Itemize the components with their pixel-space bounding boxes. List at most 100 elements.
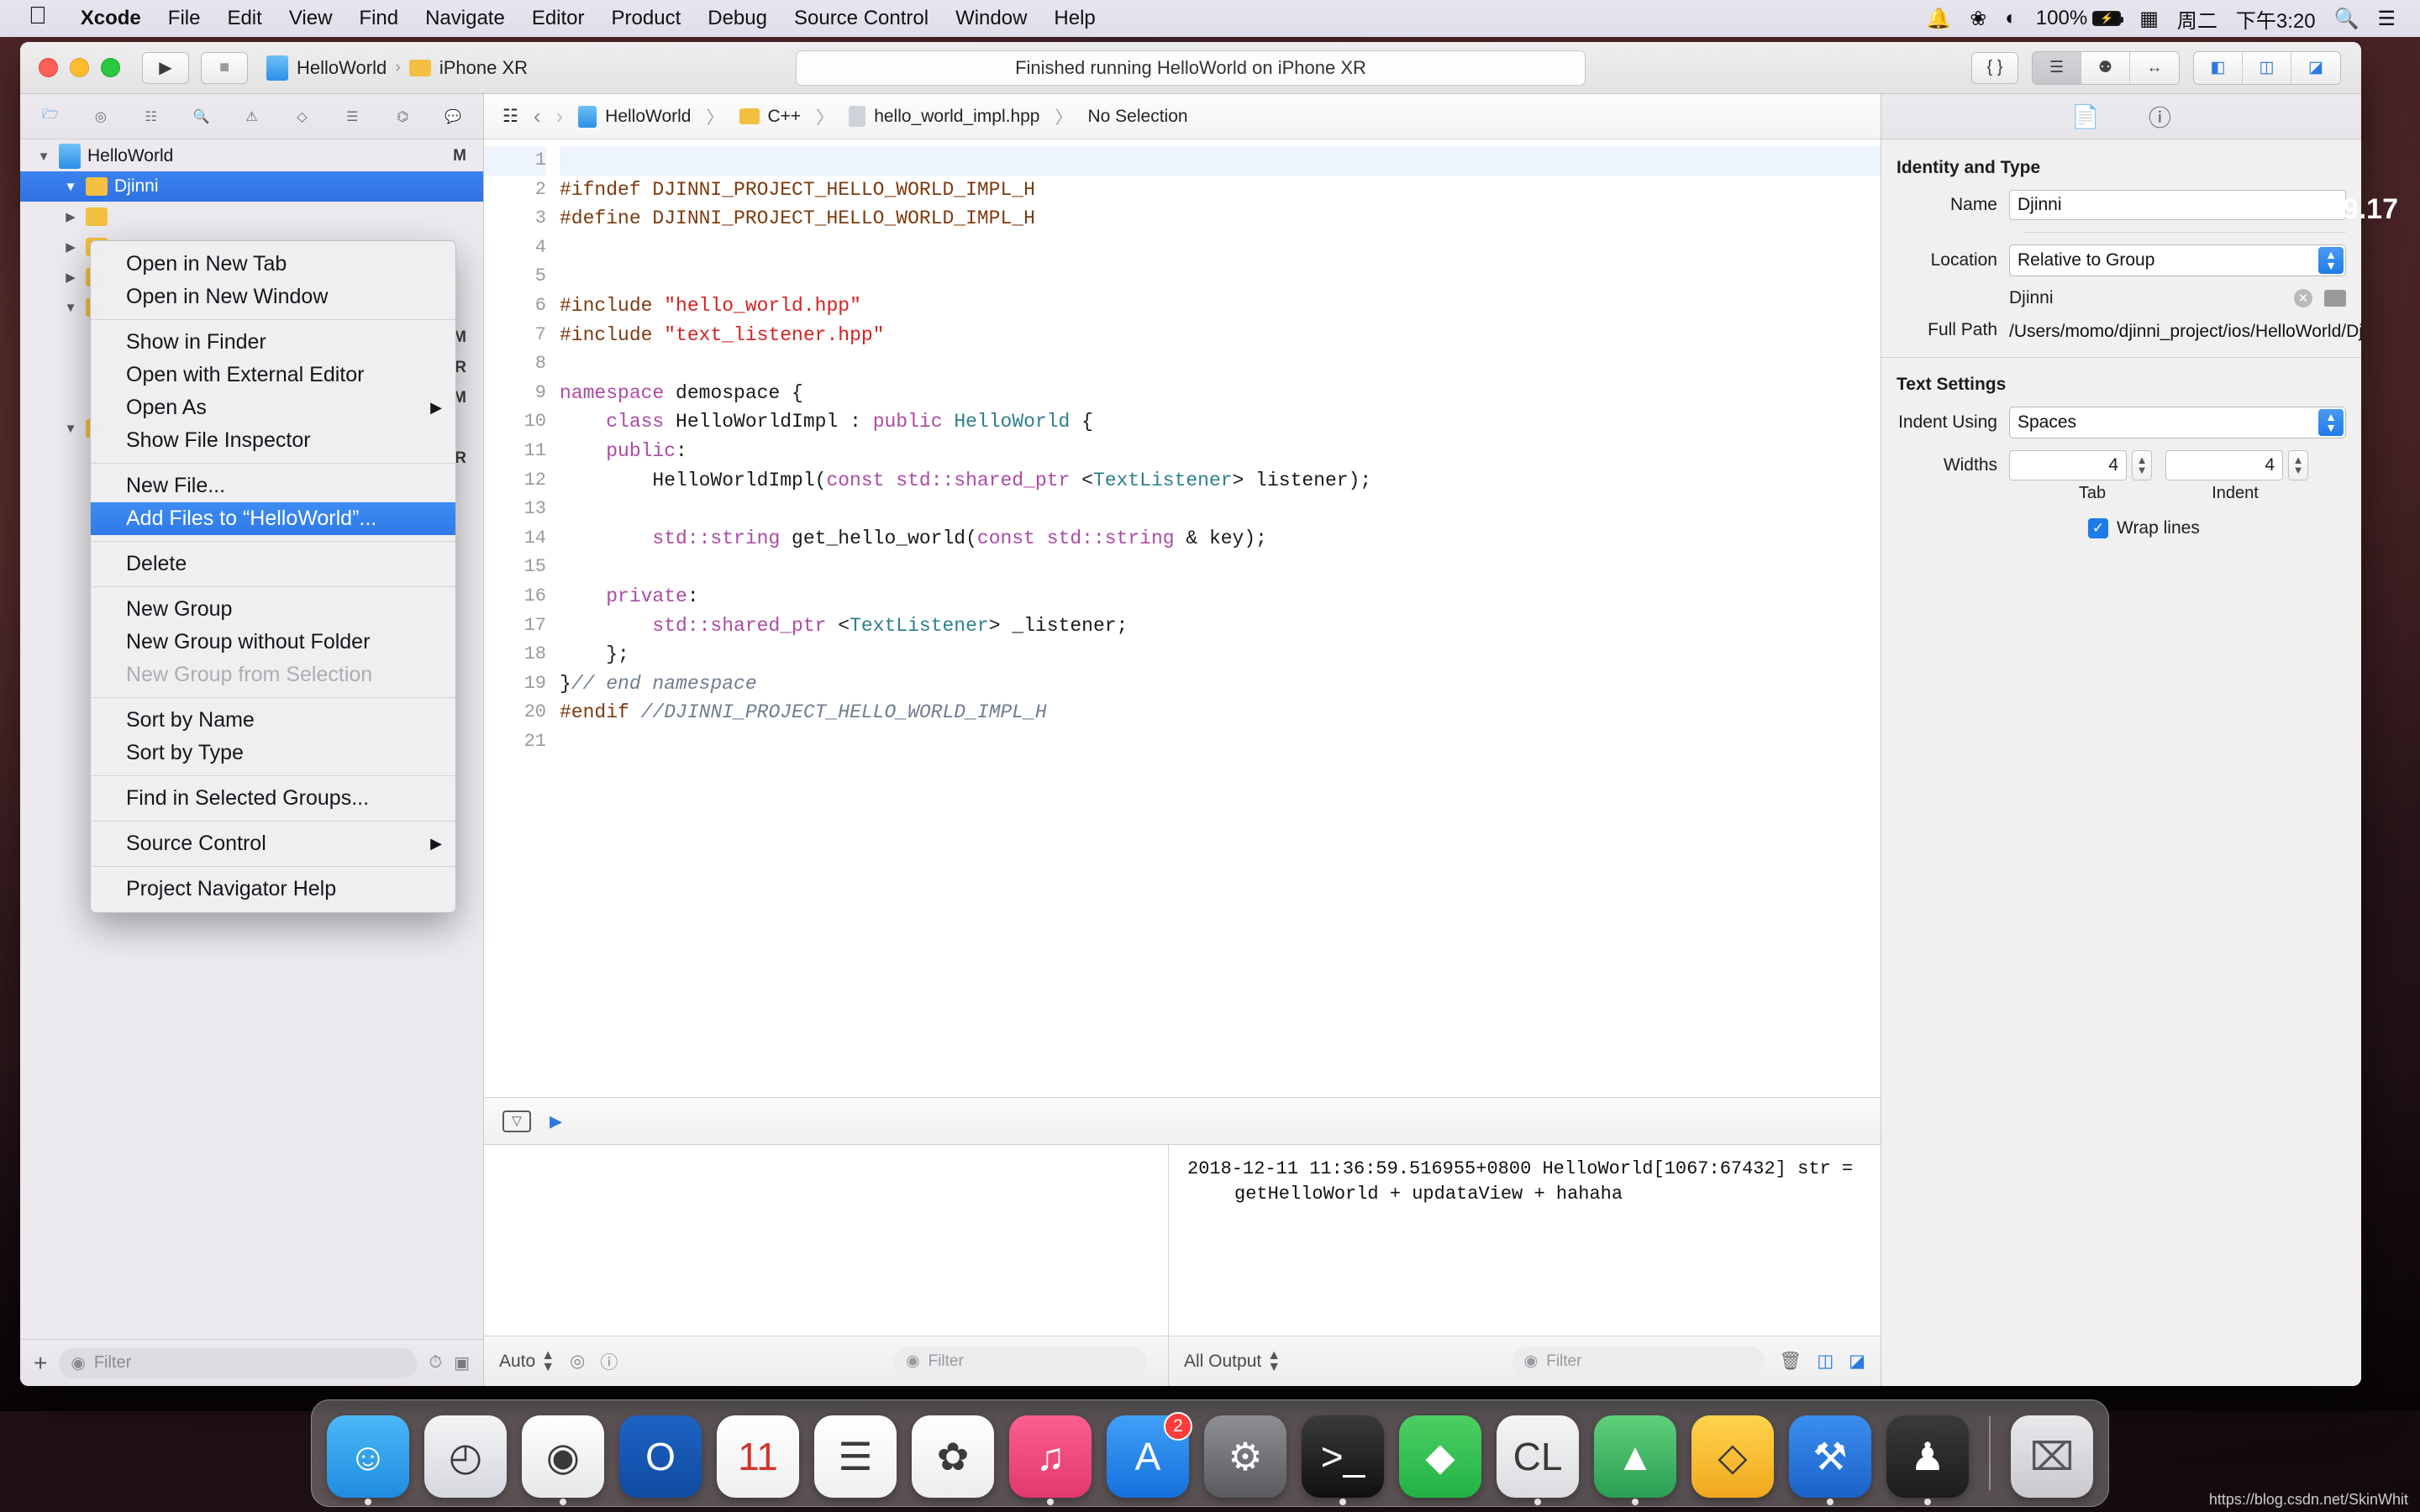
context-menu-item[interactable]: Sort by Type xyxy=(91,737,455,769)
code-line[interactable] xyxy=(560,146,1881,176)
continue-execution-icon[interactable]: ▸ xyxy=(550,1106,562,1136)
source-code-text[interactable]: #ifndef DJINNI_PROJECT_HELLO_WORLD_IMPL_… xyxy=(560,139,1881,1097)
source-code-editor[interactable]: 1 2 3 4 5 6 7 8 9 10 11 12 13 14 15 16 17 18 19 20 21 #ifnde… xyxy=(484,139,1881,1097)
context-menu-item[interactable]: Add Files to “HelloWorld”... xyxy=(91,502,455,535)
menu-item-navigate[interactable]: Navigate xyxy=(412,7,518,30)
indent-width-stepper[interactable]: ▲ ▼ xyxy=(2288,450,2308,480)
test-navigator-icon[interactable]: ◇ xyxy=(276,98,327,135)
indent-using-popup[interactable]: Spaces ▲ ▼ xyxy=(2009,407,2346,438)
disclosure-triangle-icon[interactable]: ▶ xyxy=(62,209,79,224)
android-studio-icon[interactable]: ▲ xyxy=(1594,1415,1676,1505)
show-debug-area-icon[interactable]: ◫ xyxy=(2243,51,2291,84)
code-line[interactable] xyxy=(560,727,1881,757)
outlook-icon[interactable]: O xyxy=(619,1415,702,1498)
photos-icon[interactable]: ✿ xyxy=(912,1415,994,1498)
location-popup[interactable]: Relative to Group ▲ ▼ xyxy=(2009,244,2346,276)
clear-console-trash-icon[interactable]: 🗑 xyxy=(1780,1352,1802,1372)
disclosure-triangle-icon[interactable]: ▼ xyxy=(35,150,52,164)
app-store-icon[interactable]: A2 xyxy=(1107,1412,1192,1498)
code-line[interactable] xyxy=(560,262,1881,291)
tree-row-djinni[interactable]: ▼ Djinni xyxy=(20,171,483,202)
xcode-icon[interactable]: ⚒ xyxy=(1789,1415,1871,1505)
minimize-window-button[interactable] xyxy=(70,58,89,77)
issue-navigator-icon[interactable]: ⚠ xyxy=(227,98,277,135)
context-menu-item[interactable]: Open with External Editor xyxy=(91,359,455,391)
context-menu-item[interactable]: Open As ▶ xyxy=(91,391,455,424)
system-preferences-icon[interactable]: ⚙ xyxy=(1204,1415,1286,1498)
tab-width-stepper[interactable]: ▲ ▼ xyxy=(2132,450,2152,480)
run-play-icon[interactable]: ▶ xyxy=(142,51,189,84)
code-line[interactable]: #ifndef DJINNI_PROJECT_HELLO_WORLD_IMPL_… xyxy=(560,176,1881,205)
source-control-filter-icon[interactable]: ▣ xyxy=(454,1352,470,1373)
code-line[interactable] xyxy=(560,495,1881,524)
code-line[interactable]: class HelloWorldImpl : public HelloWorld… xyxy=(560,407,1881,437)
standard-editor-icon[interactable]: ☰ xyxy=(2033,51,2081,84)
context-menu-item[interactable]: New Group xyxy=(91,593,455,626)
console-output-view[interactable]: 2018-12-11 11:36:59.516955+0800 HelloWor… xyxy=(1169,1145,1881,1336)
bluetooth-icon[interactable]: ❀ xyxy=(1960,7,1996,31)
evernote-icon[interactable]: ◆ xyxy=(1399,1415,1481,1498)
code-line[interactable]: #include "hello_world.hpp" xyxy=(560,291,1881,321)
breadcrumb-helloworld[interactable]: HelloWorld xyxy=(578,105,692,128)
chevron-left-icon[interactable]: ‹ xyxy=(534,103,541,129)
report-navigator-icon[interactable]: 💬 xyxy=(428,98,478,135)
show-console-view-icon[interactable]: ◪ xyxy=(1849,1351,1865,1372)
disclosure-triangle-icon[interactable]: ▼ xyxy=(62,180,79,194)
tree-row[interactable]: ▶ xyxy=(20,202,483,232)
code-line[interactable] xyxy=(560,553,1881,582)
breadcrumb-file[interactable]: hello_world_impl.hpp xyxy=(849,106,1040,127)
menu-item-debug[interactable]: Debug xyxy=(694,7,781,30)
menu-item-view[interactable]: View xyxy=(276,7,346,30)
code-line[interactable]: private: xyxy=(560,582,1881,612)
source-control-navigator-icon[interactable]: ◎ xyxy=(76,98,126,135)
output-scope-popup[interactable]: All Output ▲ ▼ xyxy=(1184,1348,1281,1373)
reminders-icon[interactable]: ☰ xyxy=(814,1415,897,1498)
trash-icon[interactable]: ⌧ xyxy=(2011,1415,2093,1498)
qq-icon[interactable]: ♟ xyxy=(1886,1415,1969,1505)
debug-navigator-icon[interactable]: ☰ xyxy=(327,98,377,135)
assistant-editor-icon[interactable]: ⚉ xyxy=(2081,51,2130,84)
clear-circle-icon[interactable]: ✕ xyxy=(2294,289,2312,307)
code-line[interactable]: #define DJINNI_PROJECT_HELLO_WORLD_IMPL_… xyxy=(560,204,1881,234)
code-line[interactable]: public: xyxy=(560,437,1881,466)
breadcrumb-selection[interactable]: No Selection xyxy=(1088,107,1188,127)
context-menu-item[interactable]: Open in New Tab xyxy=(91,248,455,281)
variables-view[interactable] xyxy=(484,1145,1169,1336)
checkmark-icon[interactable]: ✓ xyxy=(2088,518,2108,538)
chrome-icon[interactable]: ◉ xyxy=(522,1415,604,1505)
apple-icon[interactable]:  xyxy=(29,3,47,30)
disclosure-triangle-icon[interactable]: ▶ xyxy=(62,239,79,255)
menu-item-product[interactable]: Product xyxy=(598,7,695,30)
file-inspector-icon[interactable]: 📄 xyxy=(2071,103,2100,130)
recent-clock-icon[interactable]: ⏱ xyxy=(429,1353,442,1373)
version-editor-icon[interactable]: ↔ xyxy=(2130,51,2179,84)
itunes-icon[interactable]: ♫ xyxy=(1009,1415,1092,1505)
context-menu-item[interactable]: Sort by Name xyxy=(91,704,455,737)
wrap-lines-row[interactable]: ✓ Wrap lines xyxy=(1881,518,2361,538)
related-items-icon[interactable]: ☷ xyxy=(502,106,518,127)
code-line[interactable]: HelloWorldImpl(const std::shared_ptr <Te… xyxy=(560,466,1881,496)
show-navigator-icon[interactable]: ◧ xyxy=(2194,51,2243,84)
launchpad-icon[interactable]: ◴ xyxy=(424,1415,507,1498)
tree-row-helloworld[interactable]: ▼ HelloWorld M xyxy=(20,141,483,171)
chevron-right-icon[interactable]: › xyxy=(556,103,564,129)
console-filter-field[interactable]: ◉ Filter xyxy=(1512,1346,1765,1377)
menu-item-edit[interactable]: Edit xyxy=(213,7,275,30)
context-menu-item[interactable]: Open in New Window xyxy=(91,281,455,313)
stop-square-icon[interactable]: ■ xyxy=(201,51,248,84)
bell-icon[interactable]: 🔔 xyxy=(1917,7,1960,31)
notification-center-icon[interactable]: ☰ xyxy=(2368,7,2405,31)
input-source-icon[interactable]: ▦ xyxy=(2130,7,2168,31)
zoom-window-button[interactable] xyxy=(101,58,120,77)
menu-item-xcode[interactable]: Xcode xyxy=(67,7,155,30)
calendar-icon[interactable]: 11 xyxy=(717,1415,799,1498)
context-menu-item[interactable]: Show File Inspector xyxy=(91,424,455,457)
show-inspector-icon[interactable]: ◪ xyxy=(2291,51,2340,84)
disclosure-triangle-icon[interactable]: ▶ xyxy=(62,270,79,285)
close-window-button[interactable] xyxy=(39,58,58,77)
info-circle-icon[interactable]: ⓘ xyxy=(600,1349,618,1374)
menu-item-help[interactable]: Help xyxy=(1040,7,1108,30)
context-menu-item[interactable]: Project Navigator Help xyxy=(91,873,455,906)
code-line[interactable]: }; xyxy=(560,640,1881,669)
menu-item-editor[interactable]: Editor xyxy=(518,7,598,30)
